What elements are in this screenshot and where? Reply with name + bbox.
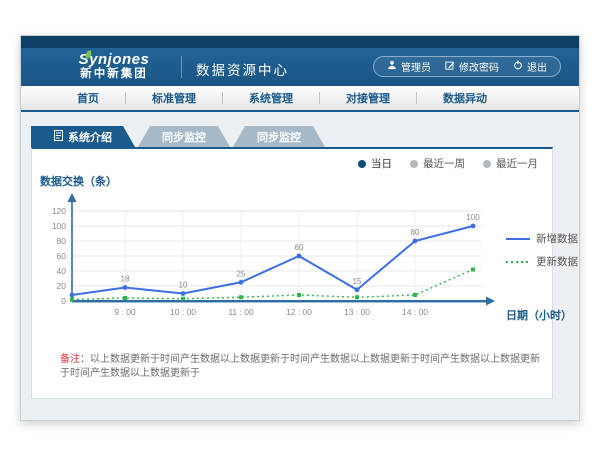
tab-label: 系统介绍 bbox=[68, 129, 112, 145]
nav-item-connect-mgmt[interactable]: 对接管理 bbox=[320, 90, 416, 106]
brand-name-cn: 新中新集团 bbox=[59, 68, 169, 81]
tab-system-intro[interactable]: 系统介绍 bbox=[31, 126, 135, 147]
svg-text:60: 60 bbox=[295, 243, 304, 252]
svg-text:120: 120 bbox=[52, 206, 66, 216]
edit-icon bbox=[445, 60, 455, 73]
nav-item-home[interactable]: 首页 bbox=[51, 90, 125, 106]
brand-logo: Synjones 新中新集团 bbox=[59, 51, 169, 81]
legend-item[interactable]: 新增数据 bbox=[506, 231, 578, 246]
svg-text:12 : 00: 12 : 00 bbox=[286, 307, 312, 317]
footnote-label: 备注： bbox=[60, 354, 90, 365]
radio-dot-icon bbox=[358, 160, 366, 168]
svg-text:10: 10 bbox=[179, 281, 188, 290]
main-nav: 首页 标准管理 系统管理 对接管理 数据异动 bbox=[21, 86, 579, 112]
legend-label: 新增数据 bbox=[536, 231, 578, 246]
tab-sync-monitor-2[interactable]: 同步监控 bbox=[233, 126, 325, 147]
user-icon bbox=[387, 60, 397, 73]
legend-label: 更新数据 bbox=[536, 254, 578, 269]
svg-text:14 : 00: 14 : 00 bbox=[402, 307, 428, 317]
user-menu-label: 管理员 bbox=[401, 59, 431, 74]
user-menu-admin[interactable]: 管理员 bbox=[387, 59, 431, 74]
header-divider bbox=[181, 56, 182, 78]
power-icon bbox=[513, 60, 523, 73]
radio-last-month[interactable]: 最近一月 bbox=[483, 156, 538, 171]
svg-text:15: 15 bbox=[353, 277, 362, 286]
svg-text:11 : 00: 11 : 00 bbox=[228, 307, 254, 317]
tab-sync-monitor-1[interactable]: 同步监控 bbox=[138, 126, 230, 147]
svg-text:80: 80 bbox=[57, 236, 67, 246]
radio-label: 最近一周 bbox=[423, 156, 465, 171]
svg-text:25: 25 bbox=[237, 269, 246, 278]
footnote-text: 以上数据更新于时间产生数据以上数据更新于时间产生数据以上数据更新于时间产生数据以… bbox=[60, 354, 540, 379]
user-menu-label: 退出 bbox=[527, 59, 547, 74]
nav-item-standard-mgmt[interactable]: 标准管理 bbox=[126, 90, 222, 106]
line-chart: 9 : 00 10 : 00 11 : 00 12 : 00 13 : 00 14 : 0… bbox=[42, 189, 512, 329]
tab-label: 同步监控 bbox=[162, 129, 206, 145]
svg-text:10 : 00: 10 : 00 bbox=[170, 307, 196, 317]
nav-item-data-change[interactable]: 数据异动 bbox=[417, 90, 513, 106]
page-title: 数据资源中心 bbox=[196, 59, 289, 79]
tab-label: 同步监控 bbox=[257, 129, 301, 145]
footnote: 备注：以上数据更新于时间产生数据以上数据更新于时间产生数据以上数据更新于时间产生… bbox=[60, 353, 544, 381]
svg-text:0: 0 bbox=[61, 296, 66, 306]
svg-text:80: 80 bbox=[411, 228, 420, 237]
range-filter: 当日 最近一周 最近一月 bbox=[358, 156, 538, 171]
app-header: Synjones 新中新集团 数据资源中心 管理员 修改密码 bbox=[21, 48, 579, 86]
screenshot-stage: Synjones 新中新集团 数据资源中心 管理员 修改密码 bbox=[0, 0, 600, 450]
svg-text:40: 40 bbox=[57, 266, 67, 276]
content-area: 系统介绍 同步监控 同步监控 当日 最近一周 bbox=[21, 112, 579, 420]
chart-x-axis-title: 日期（小时） bbox=[506, 307, 572, 323]
header-top-strip bbox=[21, 36, 579, 48]
radio-label: 最近一月 bbox=[496, 156, 538, 171]
svg-text:100: 100 bbox=[466, 213, 480, 222]
chart-legend: 新增数据更新数据 bbox=[506, 231, 578, 277]
document-icon bbox=[54, 130, 63, 144]
radio-today[interactable]: 当日 bbox=[358, 156, 392, 171]
svg-text:20: 20 bbox=[57, 281, 67, 291]
nav-item-system-mgmt[interactable]: 系统管理 bbox=[223, 90, 319, 106]
legend-item[interactable]: 更新数据 bbox=[506, 254, 578, 269]
radio-last-week[interactable]: 最近一周 bbox=[410, 156, 465, 171]
user-menu-change-password[interactable]: 修改密码 bbox=[445, 59, 499, 74]
legend-line-icon bbox=[506, 259, 530, 265]
svg-text:60: 60 bbox=[57, 251, 67, 261]
app-window: Synjones 新中新集团 数据资源中心 管理员 修改密码 bbox=[20, 35, 580, 421]
radio-dot-icon bbox=[410, 160, 418, 168]
chart-y-axis-title: 数据交换（条） bbox=[40, 173, 117, 189]
svg-text:100: 100 bbox=[52, 221, 66, 231]
brand-name: Synjones bbox=[59, 51, 169, 68]
legend-line-icon bbox=[506, 236, 530, 242]
user-menu: 管理员 修改密码 退出 bbox=[373, 56, 561, 77]
svg-text:18: 18 bbox=[121, 275, 130, 284]
tab-bar: 系统介绍 同步监控 同步监控 bbox=[31, 126, 325, 147]
content-panel: 当日 最近一周 最近一月 数据交换（条） 9 : 00 10 : 00 11 : 0… bbox=[31, 147, 553, 399]
radio-label: 当日 bbox=[371, 156, 392, 171]
user-menu-logout[interactable]: 退出 bbox=[513, 59, 547, 74]
svg-text:13 : 00: 13 : 00 bbox=[344, 307, 370, 317]
radio-dot-icon bbox=[483, 160, 491, 168]
user-menu-label: 修改密码 bbox=[459, 59, 499, 74]
svg-text:9 : 00: 9 : 00 bbox=[114, 307, 136, 317]
